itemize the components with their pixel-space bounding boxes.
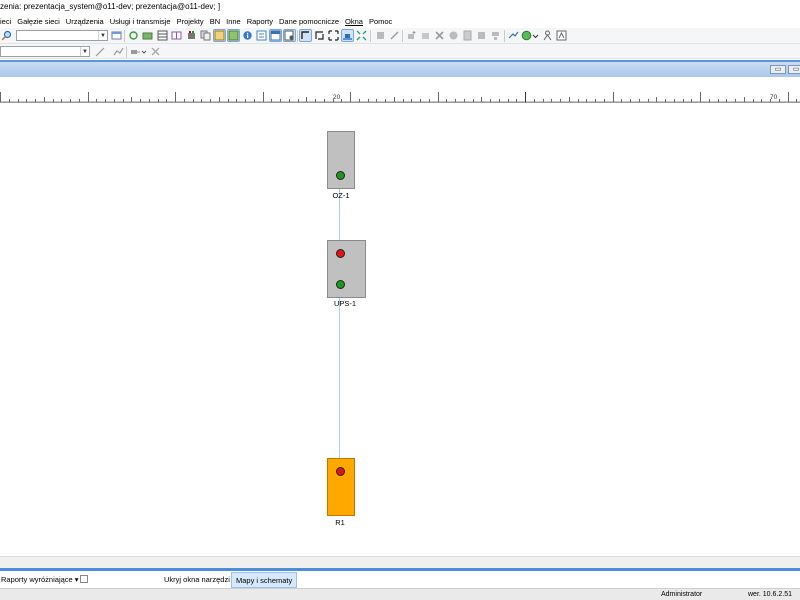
document-icon[interactable]: [462, 30, 473, 41]
horizontal-ruler: 20 70: [0, 78, 800, 103]
select-corner-icon[interactable]: [299, 29, 312, 42]
toolbar-separator: [124, 30, 125, 42]
menu-item-sieci[interactable]: ieci: [0, 17, 14, 26]
copy-icon[interactable]: [200, 30, 211, 41]
status-bar: Administrator wer. 10.6.2.51: [0, 588, 800, 600]
reports-dropdown[interactable]: Raporty wyróżniające ▾: [1, 575, 79, 584]
polyline-tool-icon[interactable]: [113, 46, 124, 57]
node-label-ups1: UPS-1: [333, 299, 357, 308]
insert-icon[interactable]: [420, 30, 431, 41]
tree-icon[interactable]: [490, 30, 501, 41]
grid-icon[interactable]: [157, 30, 168, 41]
node-oz1[interactable]: [327, 131, 355, 189]
toolbar-separator: [504, 30, 505, 42]
status-led-red: [336, 467, 345, 476]
menu-bar: ieci Gałęzie sieci Urządzenia Usługi i t…: [0, 14, 800, 28]
toolbar-separator: [297, 30, 298, 42]
ruler-ticks: [0, 92, 800, 103]
tab-maps-and-schemas[interactable]: Mapy i schematy: [231, 572, 298, 588]
toolbar-separator: [402, 30, 403, 42]
menu-item-okna[interactable]: Okna: [342, 17, 366, 26]
menu-item-galezie-sieci[interactable]: Gałęzie sieci: [14, 17, 63, 26]
align-bottom-icon[interactable]: [341, 29, 354, 42]
reports-checkbox[interactable]: [80, 575, 88, 583]
zoom-extent-icon[interactable]: [356, 30, 367, 41]
document-header: ▭ ▭: [0, 60, 800, 77]
style-combo[interactable]: ▼: [0, 46, 90, 57]
restore-icon[interactable]: ▭: [788, 65, 800, 74]
application-window: zenia: prezentacja_system@o11-dev; preze…: [0, 0, 800, 600]
menu-item-uslugi-i-transmisje[interactable]: Usługi i transmisje: [107, 17, 174, 26]
status-user: Administrator: [661, 591, 703, 598]
reports-label: Raporty wyróżniające: [1, 575, 73, 584]
refresh-icon[interactable]: [128, 30, 139, 41]
window-title: zenia: prezentacja_system@o11-dev; preze…: [0, 2, 221, 11]
frame-icon[interactable]: [314, 30, 325, 41]
fit-icon[interactable]: [328, 30, 339, 41]
user-icon[interactable]: [542, 30, 553, 41]
toolbar-separator: [126, 46, 127, 58]
print-preview-icon[interactable]: [283, 29, 296, 42]
info-icon[interactable]: [242, 30, 253, 41]
menu-item-raporty[interactable]: Raporty: [244, 17, 276, 26]
add-node-icon[interactable]: [406, 30, 417, 41]
device-icon[interactable]: [186, 30, 197, 41]
bottom-tab-bar: Raporty wyróżniające ▾ Ukryj okna narzęd…: [0, 568, 800, 588]
secondary-toolbar: ▼: [0, 44, 800, 59]
diagram-canvas[interactable]: OZ-1 UPS-1 R1: [0, 104, 800, 556]
stack-icon[interactable]: [476, 30, 487, 41]
ruler-label-20: 20: [333, 94, 341, 101]
route-icon[interactable]: [508, 30, 519, 41]
line-tool-icon[interactable]: [95, 46, 106, 57]
menu-item-dane-pomocnicze[interactable]: Dane pomocnicze: [276, 17, 342, 26]
schema-view-icon[interactable]: [227, 29, 240, 42]
chevron-down-icon[interactable]: ▼: [80, 47, 89, 56]
table-icon[interactable]: [171, 30, 182, 41]
circle-icon[interactable]: [448, 30, 459, 41]
chevron-down-icon: ▾: [74, 575, 79, 584]
window-icon[interactable]: [111, 30, 122, 41]
horizontal-scrollbar[interactable]: [0, 556, 800, 568]
list-icon[interactable]: [256, 30, 267, 41]
menu-item-projekty[interactable]: Projekty: [174, 17, 207, 26]
ruler-label-70: 70: [770, 94, 778, 101]
node-r1[interactable]: [327, 458, 355, 516]
menu-item-bn[interactable]: BN: [207, 17, 223, 26]
network-tool-icon[interactable]: [130, 46, 141, 57]
status-led-green: [336, 280, 345, 289]
main-toolbar: ▼: [0, 28, 800, 44]
close-icon[interactable]: [150, 46, 161, 57]
chevron-down-icon[interactable]: [532, 30, 539, 41]
object-combo[interactable]: ▼: [16, 30, 108, 41]
hide-tools-button[interactable]: Ukryj okna narzędzi: [164, 575, 230, 584]
link-ups1-r1[interactable]: [339, 298, 340, 458]
globe-icon[interactable]: [521, 30, 532, 41]
menu-item-urzadzenia[interactable]: Urządzenia: [63, 17, 107, 26]
map-view-icon[interactable]: [213, 29, 226, 42]
title-bar: zenia: prezentacja_system@o11-dev; preze…: [0, 0, 800, 14]
panel-icon[interactable]: [269, 29, 282, 42]
delete-icon[interactable]: [434, 30, 445, 41]
node-ups1[interactable]: [327, 240, 366, 298]
chevron-down-icon[interactable]: [141, 46, 147, 57]
text-format-icon[interactable]: [556, 30, 567, 41]
minimize-icon[interactable]: ▭: [770, 65, 786, 74]
status-version: wer. 10.6.2.51: [748, 591, 792, 598]
link-icon[interactable]: [389, 30, 400, 41]
chevron-down-icon[interactable]: ▼: [98, 31, 107, 40]
menu-item-inne[interactable]: Inne: [223, 17, 244, 26]
node-label-r1: R1: [335, 518, 345, 527]
status-led-green: [336, 171, 345, 180]
search-icon[interactable]: [1, 30, 12, 41]
menu-item-pomoc[interactable]: Pomoc: [366, 17, 395, 26]
toolbar-separator: [370, 30, 371, 42]
node-label-oz1: OZ-1: [332, 191, 350, 200]
cut-icon[interactable]: [375, 30, 386, 41]
status-led-red: [336, 249, 345, 258]
layer-icon[interactable]: [142, 30, 153, 41]
